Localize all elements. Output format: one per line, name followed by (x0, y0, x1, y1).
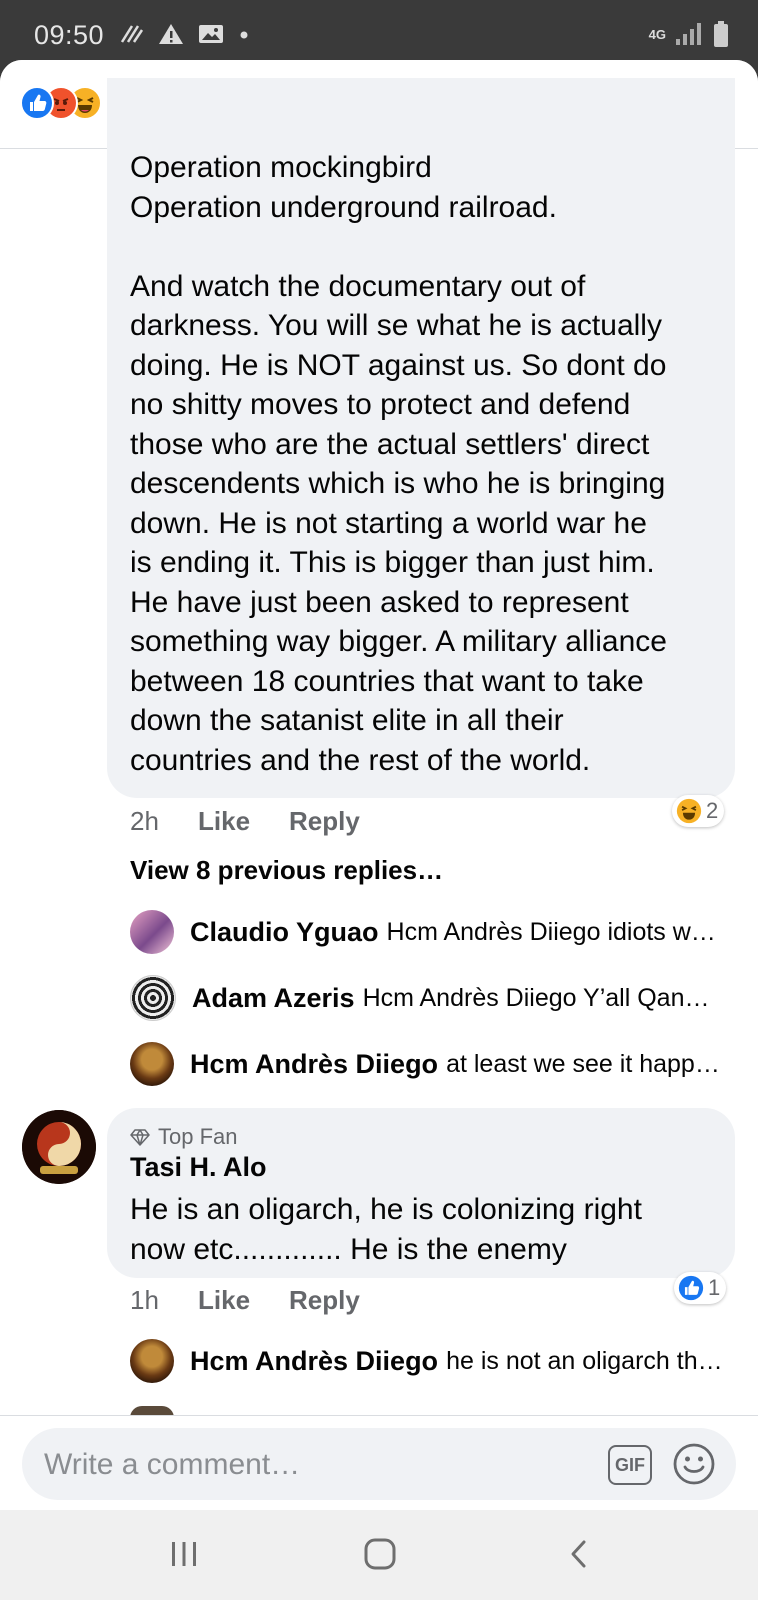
gif-label: GIF (615, 1454, 645, 1475)
reply-author: Claudio Yguao (190, 916, 379, 947)
gif-button[interactable]: GIF (608, 1445, 652, 1485)
haha-icon (676, 798, 702, 824)
reply-text: Hcm Andrès Diiego Y’all Qan… (362, 983, 710, 1012)
avatar (130, 1339, 174, 1383)
reply-author: Adam Azeris (192, 982, 355, 1013)
reaction-count: 1 (708, 1275, 721, 1300)
comment-line: He have just been asked to represent (130, 585, 629, 619)
comment-line: countries and the rest of the world. (130, 743, 591, 777)
emoji-icon[interactable] (672, 1442, 716, 1486)
comment-line: He is an oligarch, he is colonizing righ… (130, 1193, 642, 1226)
comment-line: something way bigger. A military allianc… (130, 625, 667, 658)
comment-line: darkness. You will se what he is actuall… (130, 309, 662, 342)
avatar (130, 910, 174, 954)
comment-time: 1h (130, 1285, 159, 1315)
reply-author: Hcm Andrès Diiego (190, 1048, 439, 1079)
comment-line: Operation mockingbird (130, 151, 432, 184)
comment-line: no shitty moves to protect and defend (130, 388, 631, 421)
comment-line: down the satanist elite in all their (130, 704, 564, 737)
comment-time: 2h (130, 806, 159, 836)
reply-preview[interactable]: Hcm Andrès Diiego at least we see it hap… (130, 1041, 730, 1087)
clock: 09:50 (34, 20, 105, 50)
like-link[interactable]: Like (198, 1285, 250, 1316)
signal-icon (676, 23, 701, 45)
comment-composer: Write a comment… GIF (0, 1415, 758, 1511)
comment-author[interactable]: Tasi H. Alo (130, 1152, 267, 1183)
navigation-bar (0, 1510, 758, 1600)
reply-link[interactable]: Reply (289, 806, 360, 837)
reply-link[interactable]: Reply (289, 1285, 360, 1316)
comment-line: descendents which is who he is bringing (130, 467, 666, 500)
back-icon[interactable] (566, 1538, 592, 1570)
like-icon (678, 1275, 704, 1301)
home-icon[interactable] (362, 1536, 398, 1572)
comment-line: now etc............. He is the enemy (130, 1232, 567, 1266)
reply-preview[interactable]: Hcm Andrès Diiego he is not an oligarch … (130, 1338, 730, 1384)
status-icons-left (118, 22, 250, 46)
badge-label: Top Fan (158, 1124, 238, 1149)
reply-author: Hcm Andrès Diiego (190, 1345, 439, 1376)
image-icon (199, 25, 223, 43)
top-fan-badge: Top Fan (130, 1124, 238, 1150)
wifi-calling-icon (120, 25, 144, 43)
reply-text: at least we see it happ… (446, 1049, 720, 1078)
comment-input[interactable]: Write a comment… GIF (22, 1428, 736, 1500)
reply-preview[interactable]: Claudio Yguao Hcm Andrès Diiego idiots w… (130, 909, 730, 955)
warning-icon (159, 24, 183, 44)
like-link[interactable]: Like (198, 806, 250, 837)
network-type: 4G (648, 26, 666, 42)
comment-line: doing. He is NOT against us. So dont do (130, 348, 667, 382)
comment-reaction-badge[interactable]: 2 (672, 795, 725, 827)
dot-icon (240, 31, 248, 39)
comment-line: is ending it. This is bigger than just h… (130, 546, 655, 579)
status-icons-right: 4G (649, 20, 730, 48)
comment-line: between 18 countries that want to take (130, 664, 644, 698)
recent-apps-icon[interactable] (168, 1538, 200, 1570)
avatar (130, 975, 176, 1021)
like-icon (20, 86, 54, 120)
reply-preview[interactable]: Adam Azeris Hcm Andrès Diiego Y’all Qan… (130, 975, 730, 1021)
reaction-count: 2 (706, 798, 719, 823)
avatar[interactable] (22, 1110, 96, 1184)
comment-line: And watch the documentary out of (130, 269, 586, 303)
diamond-icon (130, 1129, 150, 1146)
comment-reaction-badge[interactable]: 1 (674, 1272, 727, 1304)
comment-text: Operation mockingbird Operation undergro… (130, 148, 730, 780)
reply-text: Hcm Andrès Diiego idiots w… (386, 917, 716, 946)
comment-line: those who are the actual settlers' direc… (130, 427, 650, 461)
battery-icon (714, 21, 728, 47)
comment-line: down. He is not starting a world war he (130, 506, 647, 540)
reply-text: he is not an oligarch th… (446, 1346, 723, 1375)
comment-text: He is an oligarch, he is colonizing righ… (130, 1190, 720, 1269)
view-previous-replies[interactable]: View 8 previous replies… (130, 855, 443, 886)
comment-line: Operation underground railroad. (130, 190, 557, 224)
avatar (130, 1042, 174, 1086)
comment-placeholder: Write a comment… (44, 1448, 301, 1481)
